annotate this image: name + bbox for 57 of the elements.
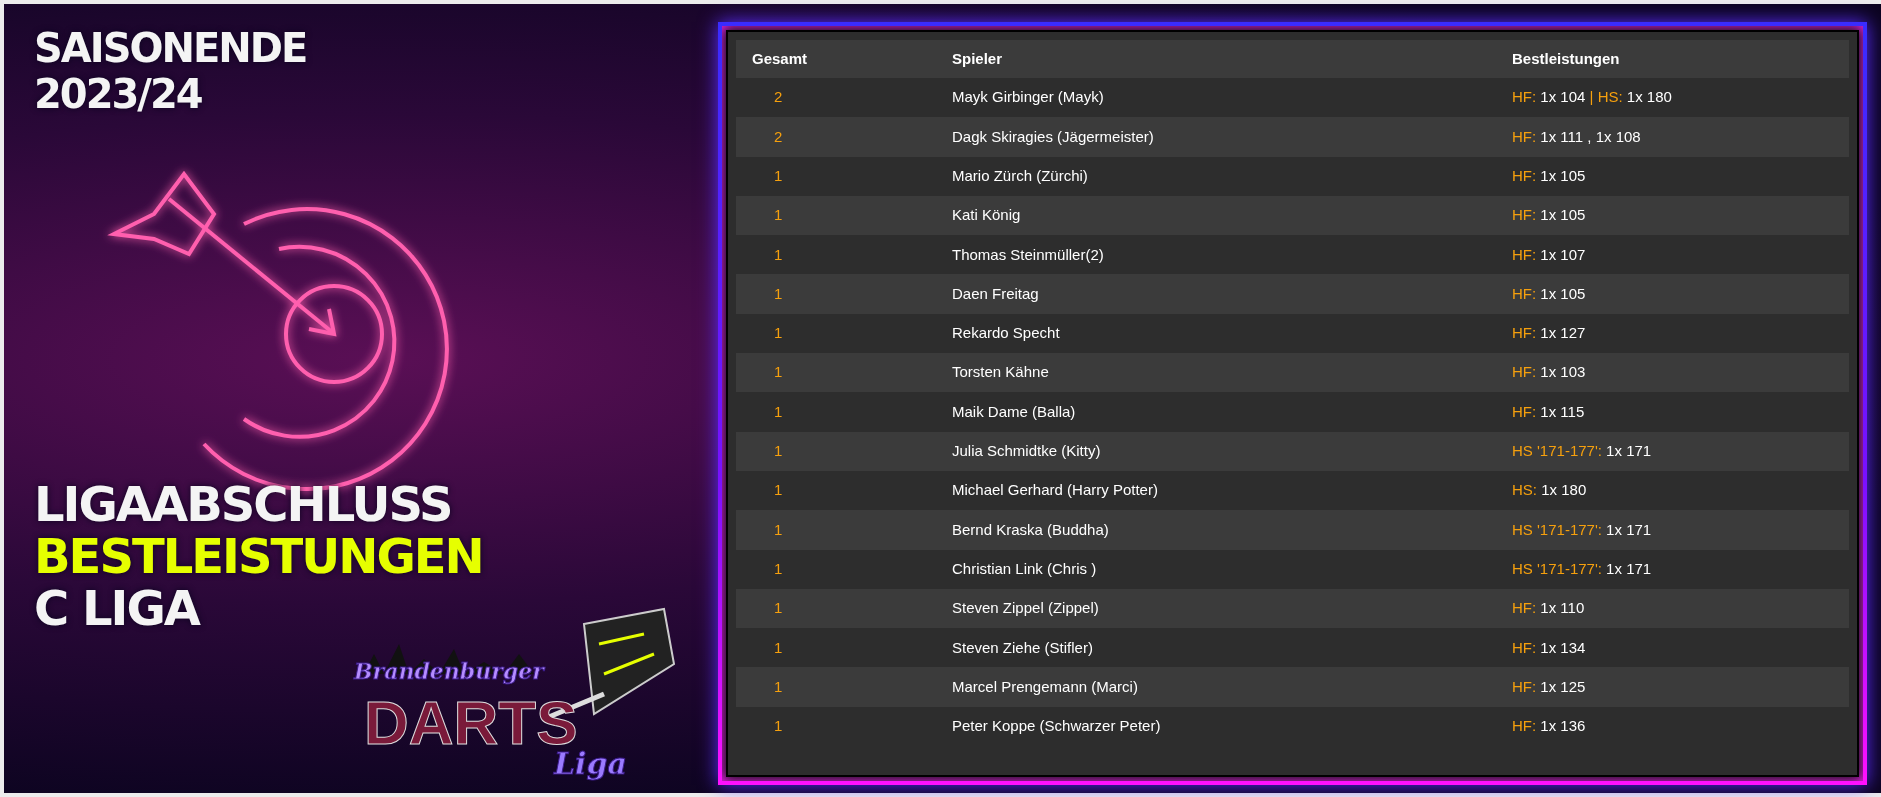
player-cell: Michael Gerhard (Harry Potter) (936, 470, 1496, 511)
player-cell: Thomas Steinmüller(2) (936, 235, 1496, 275)
player-cell: Maik Dame (Balla) (936, 392, 1496, 432)
best-performance-cell: HS: 1x 180 (1496, 470, 1849, 511)
best-performance-cell: HF: 1x 111 , 1x 108 (1496, 117, 1849, 157)
best-performance-cell: HS '171-177': 1x 171 (1496, 431, 1849, 471)
player-cell: Steven Zippel (Zippel) (936, 588, 1496, 629)
total-cell: 1 (736, 313, 936, 354)
total-cell: 1 (736, 235, 936, 275)
headline-text: LIGAABSCHLUSS (34, 480, 453, 528)
season-title: SAISONENDE (34, 28, 308, 68)
player-cell: Bernd Kraska (Buddha) (936, 510, 1496, 550)
best-performance-cell: HS '171-177': 1x 171 (1496, 549, 1849, 589)
total-cell: 1 (736, 549, 936, 589)
total-cell: 1 (736, 392, 936, 432)
player-cell: Christian Link (Chris ) (936, 549, 1496, 589)
player-cell: Mayk Girbinger (Mayk) (936, 78, 1496, 118)
total-cell: 2 (736, 78, 936, 118)
best-performance-cell: HF: 1x 127 (1496, 313, 1849, 354)
total-cell: 1 (736, 195, 936, 236)
player-cell: Rekardo Specht (936, 313, 1496, 354)
best-performance-cell: HF: 1x 134 (1496, 628, 1849, 668)
player-cell: Kati König (936, 195, 1496, 236)
league-logo-drawing: Brandenburger DARTS Liga (344, 604, 684, 794)
total-cell: 2 (736, 117, 936, 157)
best-performance-cell: HF: 1x 105 (1496, 156, 1849, 196)
total-cell: 1 (736, 667, 936, 707)
player-cell: Torsten Kähne (936, 353, 1496, 393)
player-cell: Mario Zürch (Zürchi) (936, 156, 1496, 196)
total-cell: 1 (736, 353, 936, 393)
headline-text: BESTLEISTUNGEN (34, 532, 484, 580)
best-performance-cell: HF: 1x 103 (1496, 353, 1849, 393)
best-performance-cell: HF: 1x 105 (1496, 195, 1849, 236)
headline-text: C LIGA (34, 584, 201, 632)
best-performance-cell: HF: 1x 107 (1496, 235, 1849, 275)
column-header: Gesamt (736, 40, 936, 78)
total-cell: 1 (736, 431, 936, 471)
total-cell: 1 (736, 588, 936, 629)
best-performance-cell: HF: 1x 115 (1496, 392, 1849, 432)
column-header: Spieler (936, 40, 1496, 78)
player-cell: Marcel Prengemann (Marci) (936, 667, 1496, 707)
total-cell: 1 (736, 156, 936, 196)
total-cell: 1 (736, 628, 936, 668)
column-header: Bestleistungen (1496, 40, 1849, 78)
player-cell: Daen Freitag (936, 274, 1496, 314)
total-cell: 1 (736, 274, 936, 314)
best-performance-cell: HF: 1x 105 (1496, 274, 1849, 314)
best-performance-cell: HS '171-177': 1x 171 (1496, 510, 1849, 550)
season-title: 2023/24 (34, 74, 203, 114)
player-cell: Julia Schmidtke (Kitty) (936, 431, 1496, 471)
player-cell: Steven Ziehe (Stifler) (936, 628, 1496, 668)
total-cell: 1 (736, 510, 936, 550)
total-cell: 1 (736, 470, 936, 511)
player-cell: Dagk Skiragies (Jägermeister) (936, 117, 1496, 157)
best-performance-cell: HF: 1x 125 (1496, 667, 1849, 707)
best-performance-cell: HF: 1x 110 (1496, 588, 1849, 629)
best-performance-cell: HF: 1x 104 | HS: 1x 180 (1496, 78, 1849, 118)
